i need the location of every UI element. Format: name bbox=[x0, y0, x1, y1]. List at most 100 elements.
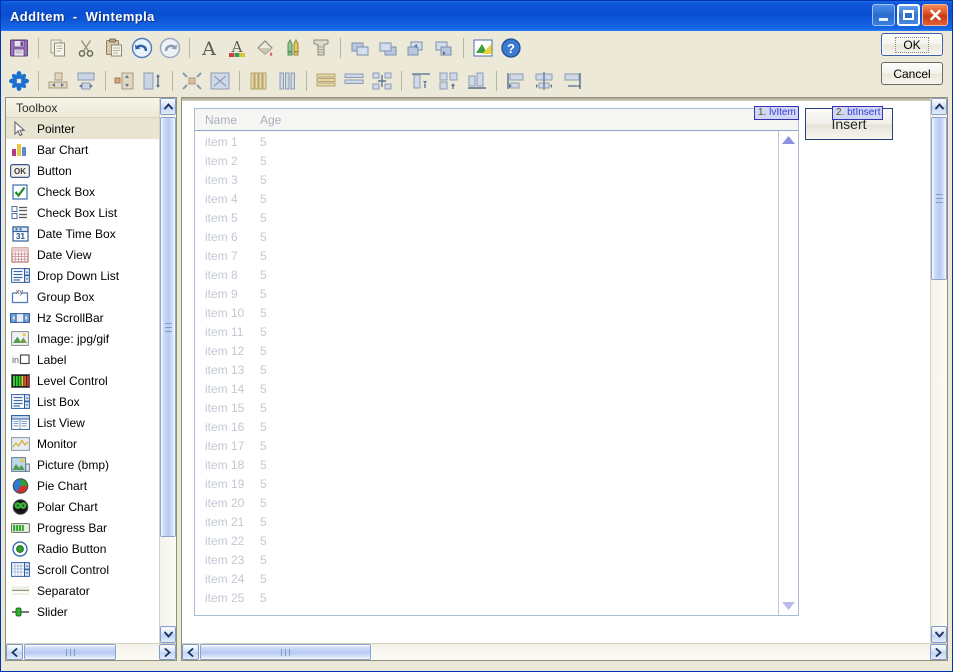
listview-control[interactable]: Name Age item 1 5 item 2 5 item 3 5 item 4 5 ite… bbox=[194, 108, 799, 616]
scroll-track[interactable] bbox=[199, 644, 930, 660]
scroll-left-button[interactable] bbox=[182, 644, 199, 660]
save-icon[interactable] bbox=[6, 35, 32, 61]
maximize-restore-button[interactable] bbox=[897, 4, 920, 26]
toolbox-item-radio-button[interactable]: Radio Button bbox=[6, 538, 159, 559]
listview-row[interactable]: item 16 5 bbox=[195, 417, 798, 436]
listview-scroll-down-button[interactable] bbox=[779, 597, 798, 615]
toolbox-item-drop-down-list[interactable]: Drop Down List bbox=[6, 265, 159, 286]
scroll-down-button[interactable] bbox=[160, 626, 176, 643]
equal-spacing-horizontal-icon[interactable] bbox=[341, 68, 367, 94]
undo-icon[interactable] bbox=[129, 35, 155, 61]
listview-row[interactable]: item 14 5 bbox=[195, 379, 798, 398]
align-right-icon[interactable] bbox=[559, 68, 585, 94]
listview-row[interactable]: item 20 5 bbox=[195, 493, 798, 512]
toolbox-item-progress-bar[interactable]: Progress Bar bbox=[6, 517, 159, 538]
paste-icon[interactable] bbox=[101, 35, 127, 61]
listview-row[interactable]: item 10 5 bbox=[195, 303, 798, 322]
toolbox-item-group-box[interactable]: xy Group Box bbox=[6, 286, 159, 307]
insert-button-designer-tag[interactable]: 2. btInsert bbox=[832, 106, 884, 120]
listview-row[interactable]: item 13 5 bbox=[195, 360, 798, 379]
close-button[interactable] bbox=[922, 4, 948, 26]
listview-row[interactable]: item 18 5 bbox=[195, 455, 798, 474]
toolbox-item-list-view[interactable]: List View bbox=[6, 412, 159, 433]
listview-row[interactable]: item 9 5 bbox=[195, 284, 798, 303]
listview-row[interactable]: item 7 5 bbox=[195, 246, 798, 265]
bring-forward-icon[interactable] bbox=[403, 35, 429, 61]
scroll-up-button[interactable] bbox=[931, 98, 947, 115]
cut-icon[interactable] bbox=[73, 35, 99, 61]
toolbox-item-polar-chart[interactable]: Polar Chart bbox=[6, 496, 159, 517]
align-top-icon[interactable] bbox=[408, 68, 434, 94]
scroll-thumb[interactable] bbox=[160, 117, 176, 537]
scroll-right-button[interactable] bbox=[159, 644, 176, 660]
fill-color-icon[interactable] bbox=[252, 35, 278, 61]
align-bottom-icon[interactable] bbox=[464, 68, 490, 94]
toolbox-item-list-box[interactable]: List Box bbox=[6, 391, 159, 412]
canvas-vertical-scrollbar[interactable] bbox=[930, 98, 947, 643]
scroll-track[interactable] bbox=[931, 115, 947, 626]
scroll-thumb[interactable] bbox=[200, 644, 371, 660]
toolbox-item-bar-chart[interactable]: Bar Chart bbox=[6, 139, 159, 160]
toolbox-list[interactable]: Toolbox Pointer Bar Chart OK Button Check Bo… bbox=[6, 98, 159, 643]
canvas-horizontal-scrollbar[interactable] bbox=[182, 643, 947, 660]
listview-row[interactable]: item 4 5 bbox=[195, 189, 798, 208]
toolbox-item-pie-chart[interactable]: Pie Chart bbox=[6, 475, 159, 496]
design-surface[interactable]: Name Age item 1 5 item 2 5 item 3 5 item 4 5 ite… bbox=[182, 98, 930, 643]
toolbox-item-hz-scrollbar[interactable]: Hz ScrollBar bbox=[6, 307, 159, 328]
listview-row[interactable]: item 19 5 bbox=[195, 474, 798, 493]
ok-button[interactable]: OK bbox=[881, 33, 943, 56]
stretch-height-icon[interactable] bbox=[112, 68, 138, 94]
toolbox-vertical-scrollbar[interactable] bbox=[159, 98, 176, 643]
listview-row[interactable]: item 22 5 bbox=[195, 531, 798, 550]
listview-row[interactable]: item 12 5 bbox=[195, 341, 798, 360]
equal-height-icon[interactable] bbox=[313, 68, 339, 94]
center-vertically-icon[interactable] bbox=[73, 68, 99, 94]
font-color-icon[interactable]: A bbox=[224, 35, 250, 61]
toolbox-item-separator[interactable]: Separator bbox=[6, 580, 159, 601]
listview-row[interactable]: item 3 5 bbox=[195, 170, 798, 189]
toolbox-item-label[interactable]: in Label bbox=[6, 349, 159, 370]
send-backward-icon[interactable] bbox=[431, 35, 457, 61]
listview-row[interactable]: item 21 5 bbox=[195, 512, 798, 531]
cancel-button[interactable]: Cancel bbox=[881, 62, 943, 85]
listview-row[interactable]: item 8 5 bbox=[195, 265, 798, 284]
equal-width-icon[interactable] bbox=[246, 68, 272, 94]
listview-designer-tag[interactable]: 1. lvItem bbox=[754, 106, 799, 120]
center-horizontally-icon[interactable] bbox=[45, 68, 71, 94]
scroll-track[interactable] bbox=[23, 644, 159, 660]
stretch-width-icon[interactable] bbox=[140, 68, 166, 94]
listview-vertical-scrollbar[interactable] bbox=[778, 131, 798, 615]
scroll-track[interactable] bbox=[160, 115, 176, 626]
listview-row[interactable]: item 6 5 bbox=[195, 227, 798, 246]
listview-row[interactable]: item 23 5 bbox=[195, 550, 798, 569]
listview-row[interactable]: item 24 5 bbox=[195, 569, 798, 588]
snowflake-icon[interactable] bbox=[6, 68, 32, 94]
pens-icon[interactable] bbox=[280, 35, 306, 61]
align-middle-icon[interactable] bbox=[436, 68, 462, 94]
listview-row[interactable]: item 17 5 bbox=[195, 436, 798, 455]
scroll-left-button[interactable] bbox=[6, 644, 23, 660]
align-center-icon[interactable] bbox=[531, 68, 557, 94]
font-icon[interactable]: A bbox=[196, 35, 222, 61]
redo-icon[interactable] bbox=[157, 35, 183, 61]
toolbox-item-check-box-list[interactable]: Check Box List bbox=[6, 202, 159, 223]
toolbox-horizontal-scrollbar[interactable] bbox=[6, 643, 176, 660]
toolbox-item-monitor[interactable]: Monitor bbox=[6, 433, 159, 454]
preview-icon[interactable] bbox=[470, 35, 496, 61]
scroll-thumb[interactable] bbox=[931, 117, 947, 280]
toolbox-item-level-control[interactable]: Level Control bbox=[6, 370, 159, 391]
listview-scroll-up-button[interactable] bbox=[779, 131, 798, 149]
toolbox-item-picture-bmp[interactable]: Picture (bmp) bbox=[6, 454, 159, 475]
shrink-icon[interactable] bbox=[179, 68, 205, 94]
toolbox-item-image-jpg-gif[interactable]: Image: jpg/gif bbox=[6, 328, 159, 349]
listview-row[interactable]: item 5 5 bbox=[195, 208, 798, 227]
listview-row[interactable]: item 11 5 bbox=[195, 322, 798, 341]
scroll-thumb[interactable] bbox=[24, 644, 116, 660]
align-left-icon[interactable] bbox=[503, 68, 529, 94]
copy-icon[interactable] bbox=[45, 35, 71, 61]
toolbox-item-pointer[interactable]: Pointer bbox=[6, 118, 159, 139]
minimize-button[interactable] bbox=[872, 4, 895, 26]
listview-row[interactable]: item 1 5 bbox=[195, 132, 798, 151]
distribute-icon[interactable] bbox=[369, 68, 395, 94]
equal-spacing-vertical-icon[interactable] bbox=[274, 68, 300, 94]
